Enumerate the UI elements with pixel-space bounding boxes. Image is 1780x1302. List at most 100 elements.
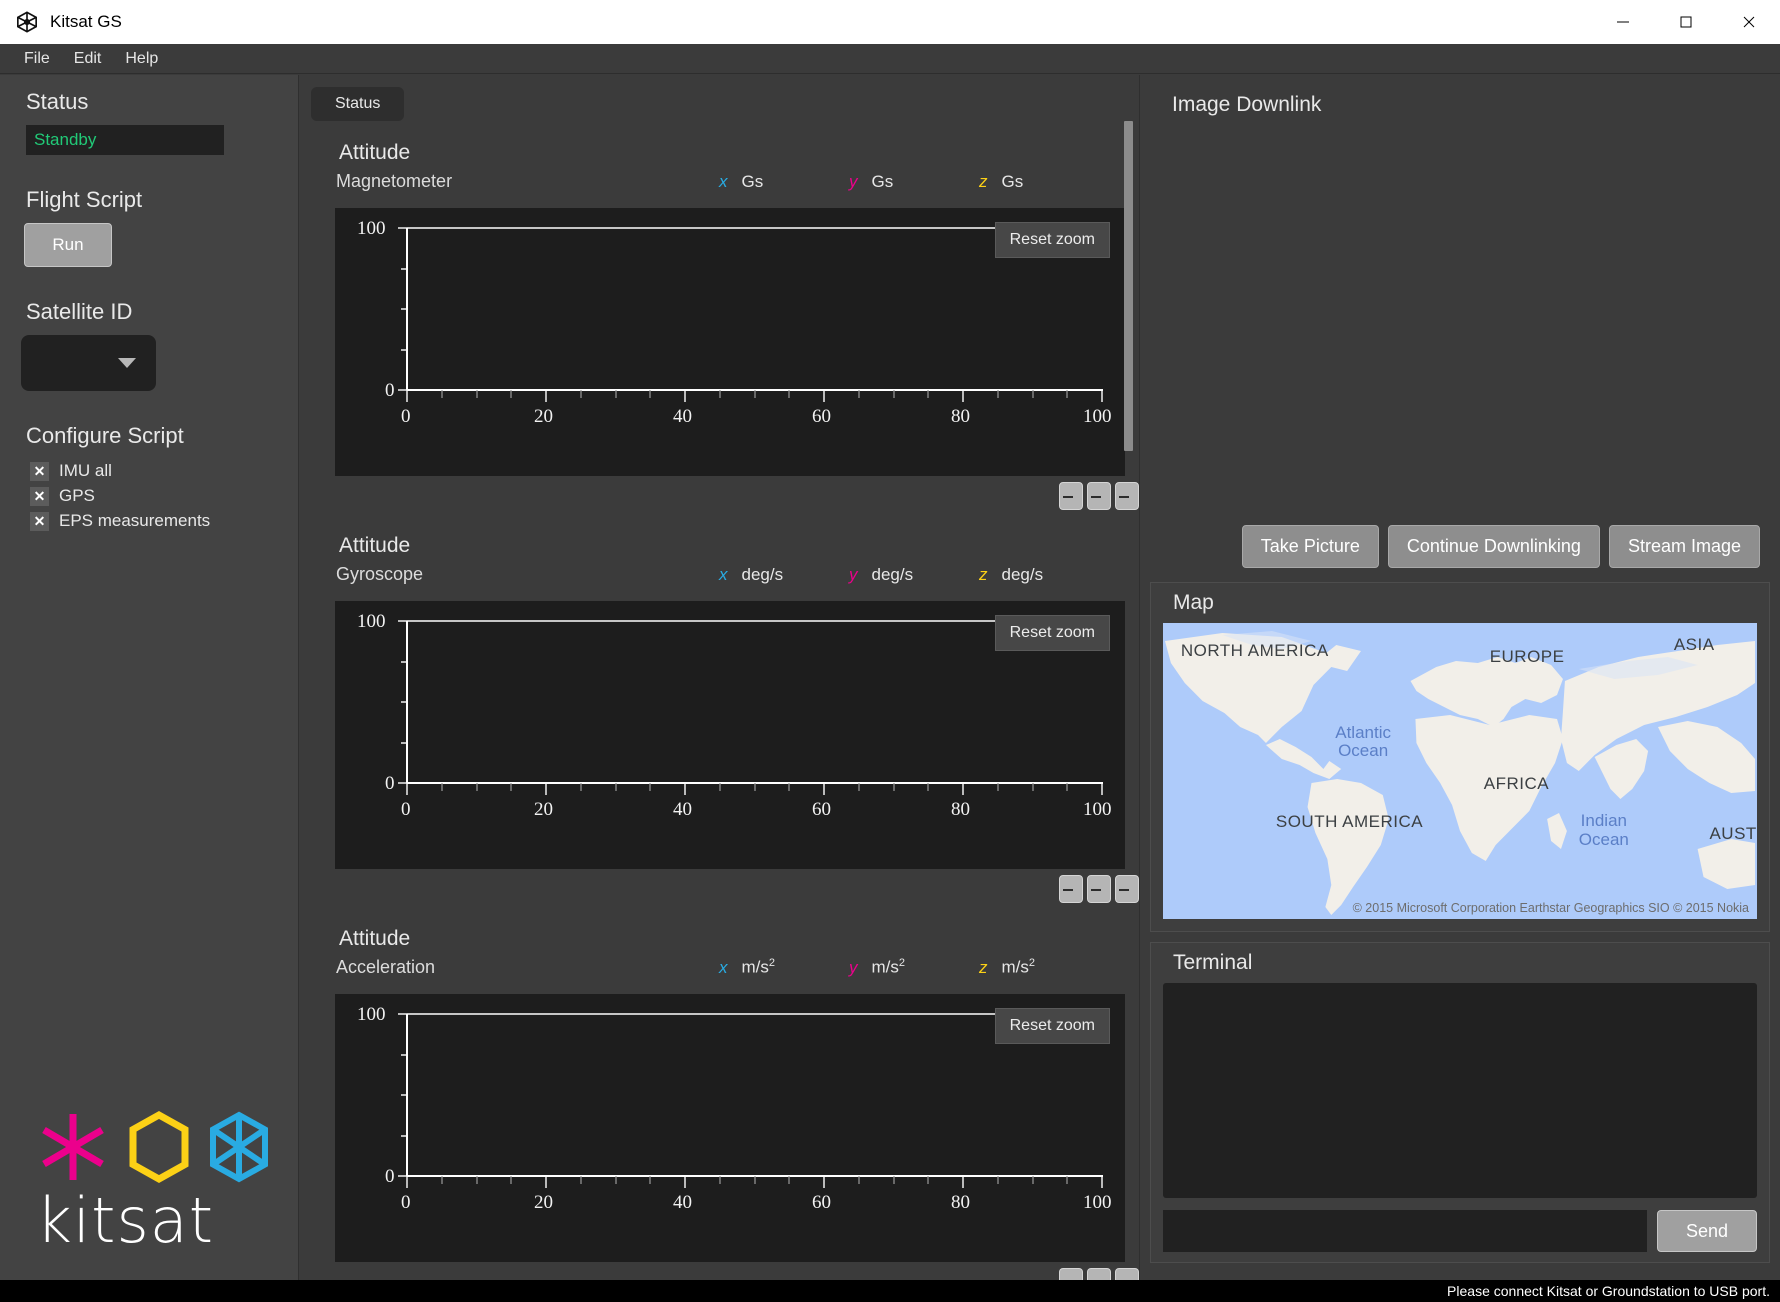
- map-title: Map: [1173, 591, 1214, 614]
- plot-title: Attitude: [339, 927, 411, 950]
- checkbox-label: IMU all: [59, 461, 112, 480]
- series-toggle-y[interactable]: [1087, 875, 1111, 903]
- maximize-icon: [1680, 16, 1691, 28]
- configure-script-heading: Configure Script: [26, 423, 184, 448]
- status-value-field: Standby: [26, 125, 224, 155]
- reset-zoom-button[interactable]: Reset zoom: [994, 222, 1110, 258]
- plot-title: Attitude: [339, 534, 411, 557]
- x-tick-label: 100: [1083, 799, 1112, 820]
- run-button[interactable]: Run: [24, 223, 112, 267]
- map-label-north-america: NORTH AMERICA: [1180, 640, 1329, 660]
- x-tick-label: 20: [534, 799, 553, 820]
- x-tick-label: 60: [812, 406, 831, 427]
- continue-downlinking-button[interactable]: Continue Downlinking: [1387, 525, 1600, 568]
- legend-axis-label: x: [719, 565, 728, 584]
- hexagon-icon: [129, 1110, 189, 1184]
- series-toggle-z[interactable]: [1115, 1268, 1139, 1280]
- checkbox-mark-icon: ✕: [30, 511, 49, 531]
- checkbox-row-eps-measurements[interactable]: ✕ EPS measurements: [30, 509, 298, 533]
- legend-unit-label: deg/s: [741, 565, 784, 584]
- menu-help[interactable]: Help: [113, 47, 170, 71]
- menu-edit[interactable]: Edit: [62, 47, 114, 71]
- checkbox-row-imu-all[interactable]: ✕ IMU all: [30, 459, 298, 483]
- center-panel: Status Attitude Magnetometer x Gs y Gs z…: [299, 75, 1140, 1280]
- x-tick-label: 0: [401, 406, 411, 427]
- legend-axis-label: z: [979, 172, 988, 191]
- x-tick-label: 60: [812, 799, 831, 820]
- map-attribution: © 2015 Microsoft Corporation Earthstar G…: [1352, 901, 1749, 915]
- send-button[interactable]: Send: [1657, 1210, 1757, 1252]
- legend-item-x: x m/s2: [719, 957, 849, 978]
- chart-acceleration[interactable]: 100 0 0 20 40 60 80 100 Reset zoom: [335, 994, 1125, 1262]
- series-toggle-x[interactable]: [1059, 1268, 1083, 1280]
- maximize-button[interactable]: [1654, 0, 1717, 44]
- map-group: Map NORTH AMERICA EUROPE ASIA AFRICA SOU…: [1150, 582, 1770, 932]
- x-tick-label: 60: [812, 1192, 831, 1213]
- plot-legend: x m/s2 y m/s2 z m/s2: [719, 957, 1109, 978]
- terminal-input[interactable]: [1163, 1210, 1647, 1252]
- plot-header-row: Magnetometer x Gs y Gs z Gs: [299, 171, 1139, 192]
- chart-magnetometer[interactable]: 100 0 0 20 40 60 80 100 Reset zoom: [335, 208, 1125, 476]
- terminal-group: Terminal Send: [1150, 942, 1770, 1263]
- x-tick-label: 20: [534, 1192, 553, 1213]
- reset-zoom-button[interactable]: Reset zoom: [994, 615, 1110, 651]
- take-picture-button[interactable]: Take Picture: [1241, 525, 1379, 568]
- series-toggle-x[interactable]: [1059, 482, 1083, 510]
- chevron-down-icon: [118, 358, 136, 368]
- stream-image-button[interactable]: Stream Image: [1608, 525, 1760, 568]
- x-tick-label: 100: [1083, 1192, 1112, 1213]
- legend-item-x: x Gs: [719, 172, 849, 192]
- image-downlink-title: Image Downlink: [1172, 93, 1322, 116]
- scrollbar-thumb[interactable]: [1124, 121, 1133, 451]
- series-toggle-y[interactable]: [1087, 1268, 1111, 1280]
- plot-header-row: Gyroscope x deg/s y deg/s z deg/s: [299, 564, 1139, 585]
- x-tick-label: 80: [951, 1192, 970, 1213]
- reset-zoom-button[interactable]: Reset zoom: [994, 1008, 1110, 1044]
- plot-block-acceleration: Attitude Acceleration x m/s2 y m/s2 z m/…: [299, 927, 1139, 1280]
- map-label-asia: ASIA: [1673, 634, 1715, 654]
- legend-unit-label: Gs: [871, 172, 894, 191]
- series-toggle-x[interactable]: [1059, 875, 1083, 903]
- status-bar: Please connect Kitsat or Groundstation t…: [0, 1280, 1780, 1302]
- status-bar-message: Please connect Kitsat or Groundstation t…: [1447, 1283, 1770, 1299]
- legend-axis-label: z: [979, 565, 988, 584]
- legend-item-x: x deg/s: [719, 565, 849, 585]
- close-button[interactable]: [1717, 0, 1780, 44]
- window-title: Kitsat GS: [50, 12, 122, 31]
- map-label-europe: EUROPE: [1489, 646, 1565, 666]
- series-toggle-y[interactable]: [1087, 482, 1111, 510]
- plot-block-gyroscope: Attitude Gyroscope x deg/s y deg/s z deg…: [299, 534, 1139, 903]
- satellite-id-dropdown[interactable]: [21, 335, 156, 391]
- map-canvas[interactable]: NORTH AMERICA EUROPE ASIA AFRICA SOUTH A…: [1163, 623, 1757, 919]
- checkbox-row-gps[interactable]: ✕ GPS: [30, 484, 298, 508]
- series-toggle-row: [1059, 1268, 1139, 1280]
- x-tick-label: 80: [951, 406, 970, 427]
- x-tick-label: 80: [951, 799, 970, 820]
- map-label-africa: AFRICA: [1483, 773, 1550, 793]
- minimize-button[interactable]: [1591, 0, 1654, 44]
- cube-icon: [210, 1111, 268, 1183]
- y-tick-label-min: 0: [385, 1166, 395, 1187]
- plot-legend: x Gs y Gs z Gs: [719, 172, 1109, 192]
- window-controls: [1591, 0, 1780, 44]
- chart-gyroscope[interactable]: 100 0 0 20 40 60 80 100 Reset zoom: [335, 601, 1125, 869]
- map-label-indian-ocean: Indian Ocean: [1578, 811, 1629, 850]
- legend-item-z: z m/s2: [979, 957, 1109, 978]
- legend-axis-label: y: [849, 565, 858, 584]
- menu-file[interactable]: File: [12, 47, 62, 71]
- legend-unit-label: m/s2: [1001, 957, 1036, 977]
- status-heading: Status: [26, 89, 89, 114]
- y-tick-label-max: 100: [357, 218, 386, 239]
- image-downlink-preview: [1150, 125, 1770, 525]
- tab-status[interactable]: Status: [311, 87, 405, 121]
- x-tick-label: 0: [401, 1192, 411, 1213]
- center-scrollbar[interactable]: [1124, 121, 1133, 1131]
- x-tick-label: 40: [673, 799, 692, 820]
- y-tick-label-min: 0: [385, 380, 395, 401]
- asterisk-icon: [42, 1114, 104, 1180]
- menubar: File Edit Help: [0, 44, 1780, 74]
- legend-unit-label: Gs: [1001, 172, 1024, 191]
- plot-subtitle: Magnetometer: [336, 171, 453, 191]
- legend-axis-label: x: [719, 958, 728, 977]
- plot-legend: x deg/s y deg/s z deg/s: [719, 565, 1109, 585]
